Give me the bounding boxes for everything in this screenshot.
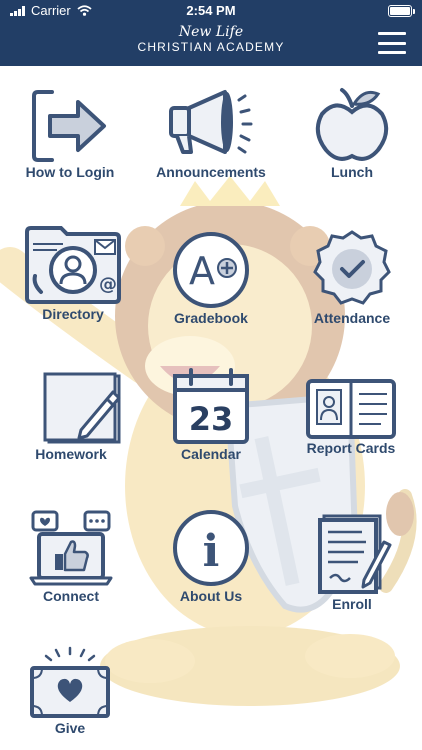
school-logo: New Life CHRISTIAN ACADEMY [0,25,422,55]
tile-label: About Us [179,588,243,604]
report-card-icon [306,379,396,439]
tile-label: Directory [42,306,104,322]
tile-report-cards[interactable]: Report Cards [286,378,416,456]
tile-give[interactable]: Give [5,646,135,736]
app-header: Carrier 2:54 PM New Life CHRISTIAN ACADE… [0,0,422,66]
status-bar: Carrier 2:54 PM [0,0,422,22]
a-plus-grade-icon: A [173,232,249,308]
tile-attendance[interactable]: Attendance [287,228,417,326]
give-heart-icon [30,646,110,718]
tile-label: Report Cards [306,440,396,456]
megaphone-icon [169,90,253,154]
enroll-form-icon [318,514,392,594]
svg-text:@: @ [99,274,117,295]
battery-icon [388,5,415,17]
tile-announcements[interactable]: Announcements [146,86,276,180]
apple-icon [315,88,389,161]
tile-homework[interactable]: Homework [6,372,136,462]
tile-enroll[interactable]: Enroll [287,512,417,612]
tile-label: How to Login [25,164,115,180]
tile-label: Attendance [313,310,391,326]
logo-script: New Life [178,24,244,40]
tile-calendar[interactable]: 23 Calendar [146,368,276,462]
status-time: 2:54 PM [186,3,236,18]
check-seal-icon [313,230,391,305]
tile-label: Announcements [156,164,266,180]
tile-label: Give [54,720,86,736]
homework-pencil-icon [43,372,121,444]
tile-label: Calendar [181,446,241,462]
tile-label: Enroll [332,596,372,612]
calendar-icon: 23 [173,368,249,444]
svg-text:A: A [189,249,215,293]
info-icon: i [173,510,249,586]
tile-connect[interactable]: Connect [6,508,136,604]
tile-about-us[interactable]: i About Us [146,508,276,604]
tile-label: Connect [43,588,99,604]
tile-lunch[interactable]: Lunch [287,84,417,180]
social-laptop-icon [29,510,113,586]
tile-label: Lunch [331,164,373,180]
tile-label: Homework [35,446,107,462]
directory-folder-icon: @ [25,226,121,304]
info-glyph: i [203,526,220,577]
menu-button[interactable] [378,32,406,54]
calendar-day-number: 23 [189,400,234,438]
tile-how-to-login[interactable]: How to Login [5,86,135,180]
login-arrow-icon [32,90,106,162]
tile-gradebook[interactable]: A Gradebook [146,230,276,326]
tile-label: Gradebook [174,310,248,326]
tile-directory[interactable]: @ Directory [8,222,138,322]
hamburger-menu-icon [378,32,406,35]
logo-name: CHRISTIAN ACADEMY [137,40,285,54]
